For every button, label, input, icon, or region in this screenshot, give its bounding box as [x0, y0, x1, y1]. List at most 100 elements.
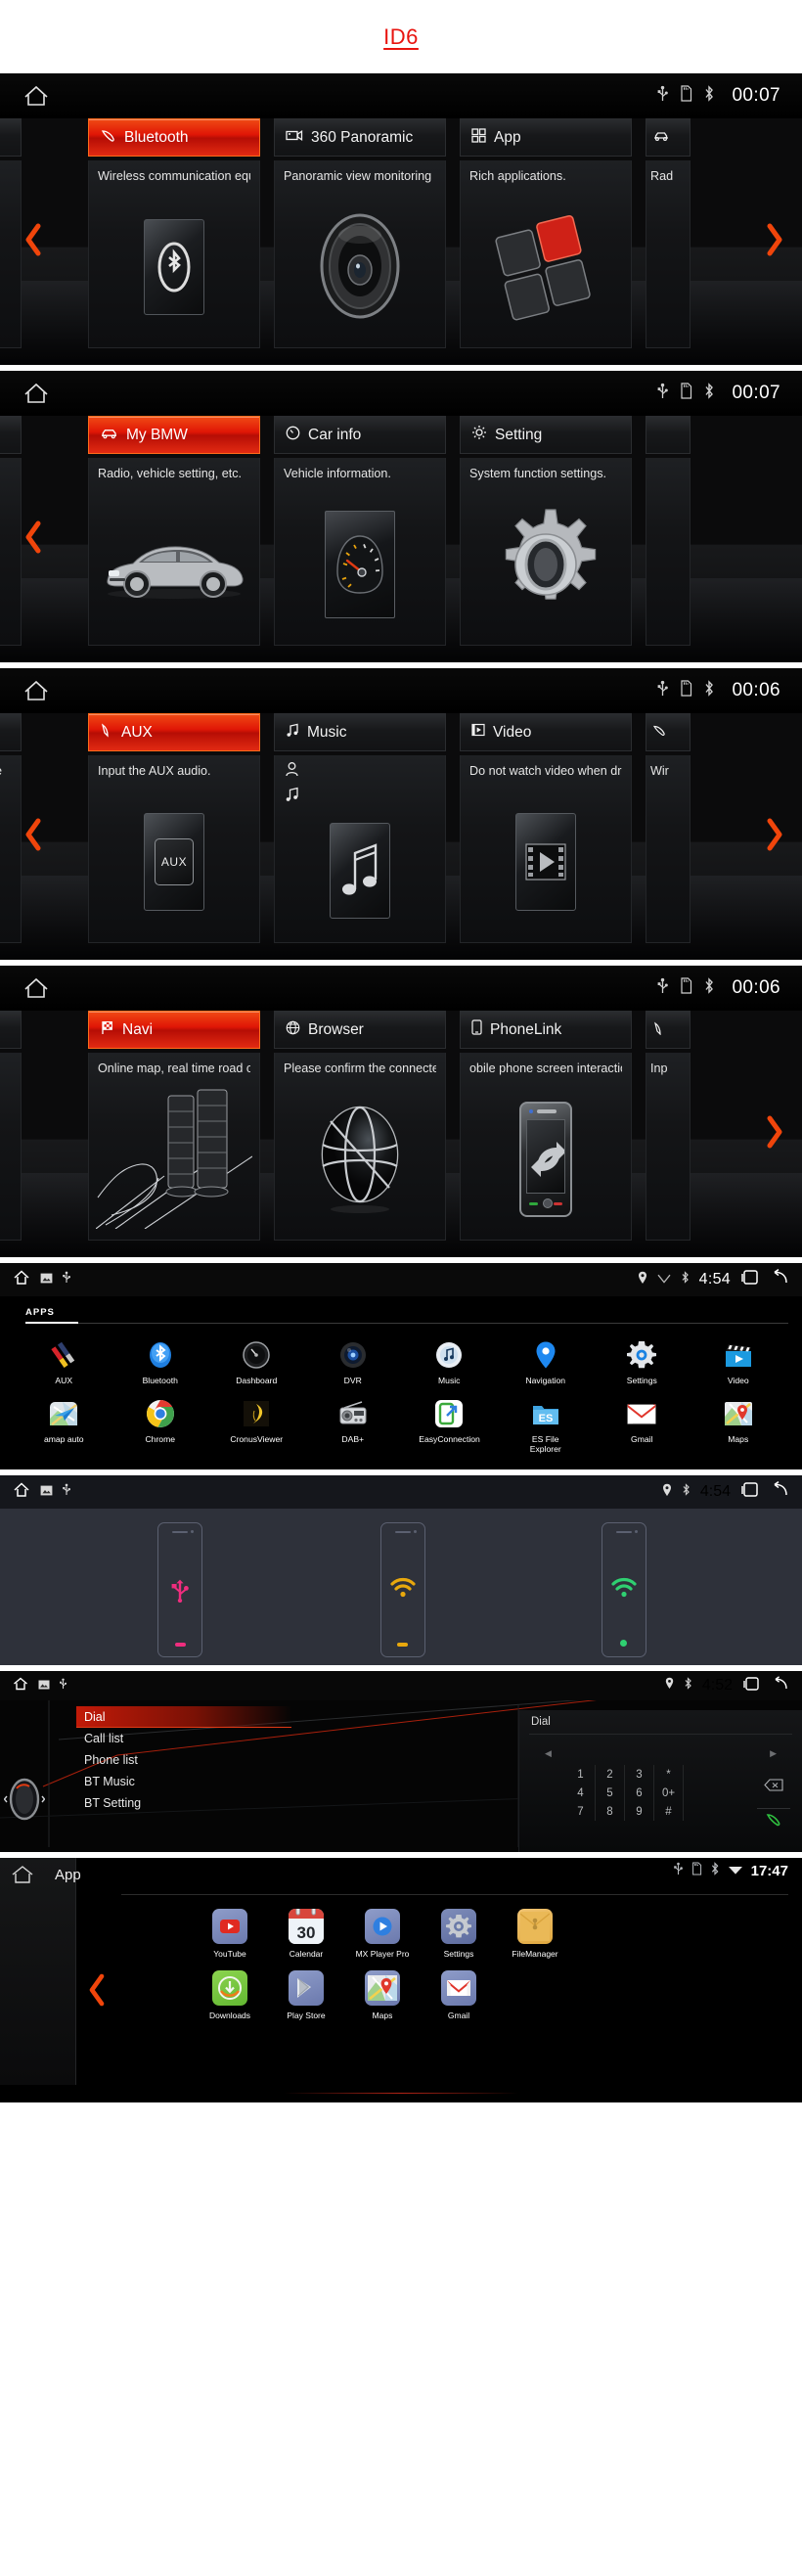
- app-item-video[interactable]: Video: [691, 1340, 787, 1385]
- bt-menu-item-dial[interactable]: Dial: [76, 1706, 291, 1728]
- next-arrow-icon[interactable]: ▶: [770, 1748, 777, 1759]
- keypad-key[interactable]: 9: [625, 1802, 654, 1821]
- card-browser[interactable]: Browser Please confirm the connected: [274, 1011, 446, 1241]
- card-partial-right[interactable]: Wir: [646, 713, 691, 943]
- keypad-key[interactable]: *: [654, 1765, 684, 1784]
- app-item-amap-auto[interactable]: amap auto: [16, 1399, 112, 1454]
- app-item-settings[interactable]: Settings: [594, 1340, 691, 1385]
- card-partial-right[interactable]: [646, 416, 691, 646]
- card-carousel: ivir Bluetooth Wireless communication eq…: [0, 118, 802, 365]
- app-item-cronusviewer[interactable]: CronusViewer: [208, 1399, 305, 1454]
- app-label: Video: [727, 1376, 749, 1385]
- app-item-gmail[interactable]: Gmail: [594, 1399, 691, 1454]
- back-arrow-icon[interactable]: [769, 1268, 788, 1290]
- recents-icon[interactable]: [740, 1481, 759, 1503]
- card-car-info[interactable]: Car info Vehicle information.: [274, 416, 446, 646]
- card-partial-right[interactable]: Inp: [646, 1011, 691, 1241]
- keypad-key[interactable]: 3: [625, 1765, 654, 1784]
- home-icon[interactable]: [22, 678, 51, 703]
- app-item-settings[interactable]: Settings: [421, 1909, 497, 1959]
- back-arrow-icon[interactable]: [769, 1480, 788, 1503]
- card-aux[interactable]: AUX Input the AUX audio. AUX: [88, 713, 260, 943]
- app-item-dvr[interactable]: DVR: [305, 1340, 402, 1385]
- bt-menu-item-bt-setting[interactable]: BT Setting: [76, 1792, 291, 1814]
- app-item-easyconnection[interactable]: EasyConnection: [401, 1399, 498, 1454]
- app-item-play-store[interactable]: Play Store: [268, 1970, 344, 2020]
- idrive-knob[interactable]: [3, 1775, 46, 1822]
- next-page-arrow[interactable]: [763, 1112, 786, 1152]
- app-item-bluetooth[interactable]: Bluetooth: [112, 1340, 209, 1385]
- bt-menu-item-call-list[interactable]: Call list: [76, 1728, 291, 1749]
- app-item-gmail[interactable]: Gmail: [421, 1970, 497, 2020]
- home-icon[interactable]: [10, 1864, 35, 1885]
- bt-menu-item-bt-music[interactable]: BT Music: [76, 1771, 291, 1792]
- card-music[interactable]: Music: [274, 713, 446, 943]
- keypad-key[interactable]: 1: [566, 1765, 596, 1784]
- card-bluetooth[interactable]: Bluetooth Wireless communication equip: [88, 118, 260, 348]
- next-page-arrow[interactable]: [763, 815, 786, 854]
- keypad-key[interactable]: 8: [596, 1802, 625, 1821]
- prev-page-arrow[interactable]: [86, 1973, 108, 2007]
- prev-page-arrow[interactable]: [22, 518, 45, 557]
- keypad-key[interactable]: 2: [596, 1765, 625, 1784]
- home-icon[interactable]: [12, 1269, 31, 1291]
- app-item-navigation[interactable]: Navigation: [498, 1340, 595, 1385]
- gmail-icon: [441, 1970, 476, 2006]
- card-phonelink[interactable]: PhoneLink obile phone screen interaction: [460, 1011, 632, 1241]
- card-partial-left[interactable]: one: [0, 713, 22, 943]
- card-my-bmw-desc: Radio, vehicle setting, etc.: [98, 467, 243, 480]
- keypad-key[interactable]: 7: [566, 1802, 596, 1821]
- app-item-es-file-explorer[interactable]: ES ES File Explorer: [498, 1399, 595, 1454]
- dial-panel-nav: ◀ ▶: [519, 1735, 802, 1759]
- bluetooth-dial-screen: 4:52 Dial ◀ ▶ 1 2 3 * 4 5 6 0+ 7 8 9 # D…: [0, 1671, 802, 1852]
- card-partial-left[interactable]: ivir: [0, 118, 22, 348]
- app-item-maps[interactable]: Maps: [691, 1399, 787, 1454]
- card-partial-left[interactable]: [0, 416, 22, 646]
- prev-arrow-icon[interactable]: ◀: [545, 1748, 552, 1759]
- app-item-mx-player-pro[interactable]: MX Player Pro: [344, 1909, 421, 1959]
- keypad-key[interactable]: 6: [625, 1784, 654, 1802]
- connection-mode-iphone-wifi[interactable]: iPhone WiFi: [600, 1522, 647, 1665]
- app-item-dab[interactable]: DAB+: [305, 1399, 402, 1454]
- card-setting[interactable]: Setting System function settings.: [460, 416, 632, 646]
- keypad-key[interactable]: 5: [596, 1784, 625, 1802]
- app-item-aux[interactable]: AUX: [16, 1340, 112, 1385]
- card-video[interactable]: Video Do not watch video when drivi: [460, 713, 632, 943]
- keypad-key[interactable]: 0+: [654, 1784, 684, 1802]
- next-page-arrow[interactable]: [763, 220, 786, 259]
- status-clock: 00:06: [732, 977, 780, 998]
- home-icon[interactable]: [22, 975, 51, 1001]
- app-item-maps[interactable]: Maps: [344, 1970, 421, 2020]
- card-360-panoramic[interactable]: 360 Panoramic Panoramic view monitoring: [274, 118, 446, 348]
- home-icon[interactable]: [12, 1481, 31, 1504]
- card-navi[interactable]: Navi Online map, real time road con: [88, 1011, 260, 1241]
- home-icon[interactable]: [22, 381, 51, 406]
- card-partial-right[interactable]: Rad: [646, 118, 691, 348]
- home-icon[interactable]: [22, 83, 51, 109]
- prev-page-arrow[interactable]: [22, 815, 45, 854]
- app-item-dashboard[interactable]: Dashboard: [208, 1340, 305, 1385]
- card-app[interactable]: App Rich applications.: [460, 118, 632, 348]
- keypad-key[interactable]: #: [654, 1802, 684, 1821]
- app-item-calendar[interactable]: 30 Calendar: [268, 1909, 344, 1959]
- app-item-music[interactable]: Music: [401, 1340, 498, 1385]
- call-icon[interactable]: [757, 1812, 790, 1832]
- recents-icon[interactable]: [742, 1676, 760, 1696]
- app-item-filemanager[interactable]: FileManager: [497, 1909, 573, 1959]
- app-item-youtube[interactable]: YouTube: [192, 1909, 268, 1959]
- keypad-key[interactable]: 4: [566, 1784, 596, 1802]
- bt-menu-item-phone-list[interactable]: Phone list: [76, 1749, 291, 1771]
- connection-mode-android-wifi[interactable]: Android WiFi: [378, 1522, 428, 1665]
- prev-page-arrow[interactable]: [22, 220, 45, 259]
- card-partial-left[interactable]: [0, 1011, 22, 1241]
- connection-mode-android-usb[interactable]: Android USB: [155, 1522, 205, 1665]
- recents-icon[interactable]: [740, 1269, 759, 1290]
- app-item-chrome[interactable]: Chrome: [112, 1399, 209, 1454]
- backspace-icon[interactable]: [757, 1779, 790, 1796]
- app-item-downloads[interactable]: Downloads: [192, 1970, 268, 2020]
- card-my-bmw[interactable]: My BMW Radio, vehicle setting, etc.: [88, 416, 260, 646]
- windows-tiles-art: [461, 190, 631, 343]
- back-arrow-icon[interactable]: [770, 1675, 788, 1696]
- tab-apps[interactable]: APPS: [25, 1307, 55, 1322]
- home-icon[interactable]: [12, 1676, 29, 1696]
